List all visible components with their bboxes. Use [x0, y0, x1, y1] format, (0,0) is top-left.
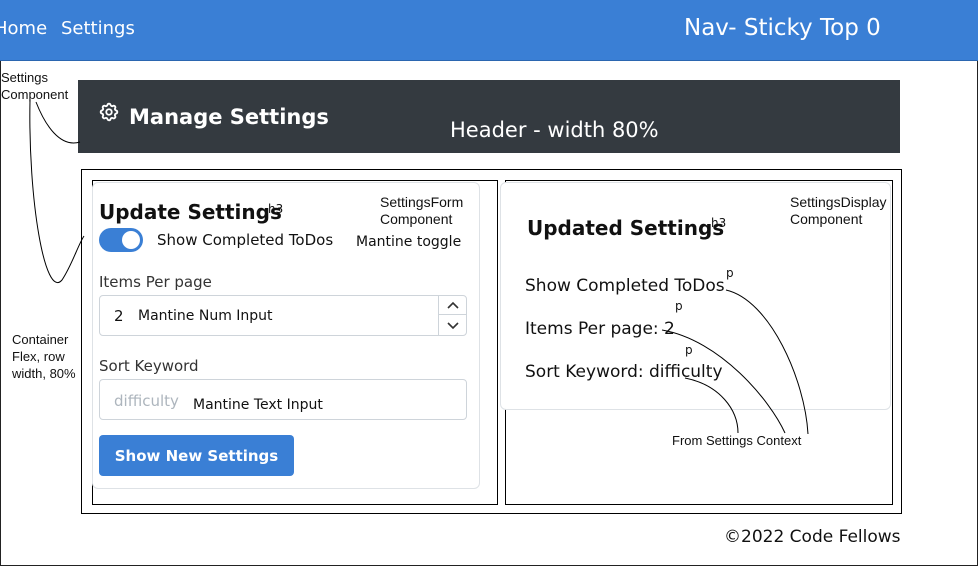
settings-form-annotation: SettingsForm Component	[380, 194, 464, 227]
num-input-annotation: Mantine Num Input	[138, 308, 273, 324]
text-input-annotation: Mantine Text Input	[193, 397, 323, 413]
toggle-label: Show Completed ToDos	[157, 231, 334, 249]
items-per-page-label: Items Per page	[99, 273, 212, 291]
display-items-per-page: Items Per page: 2	[525, 319, 675, 339]
display-show-completed: Show Completed ToDos	[525, 276, 725, 296]
navbar: Home Settings Nav- Sticky Top 0	[0, 0, 978, 61]
display-title-tag: h3	[711, 216, 727, 230]
settings-display-annotation: SettingsDisplay Component	[790, 194, 887, 227]
nav-annotation: Nav- Sticky Top 0	[684, 15, 881, 41]
toggle-annotation: Mantine toggle	[356, 234, 462, 250]
container-annotation: Container Flex, row width, 80%	[12, 332, 76, 381]
chevron-up-icon	[446, 301, 459, 309]
p-tag-2: p	[675, 299, 683, 313]
display-title: Updated Settings	[527, 216, 725, 240]
gear-icon	[99, 102, 119, 122]
show-new-settings-button[interactable]: Show New Settings	[99, 435, 294, 476]
toggle-knob	[122, 231, 140, 249]
sort-keyword-placeholder: difficulty	[114, 392, 179, 410]
form-title: Update Settings	[99, 200, 282, 224]
form-title-tag: h3	[268, 202, 284, 216]
settings-component-annotation: Settings Component	[1, 70, 69, 102]
chevron-down-icon	[446, 321, 459, 329]
p-tag-1: p	[726, 266, 734, 280]
decrement-button[interactable]	[439, 316, 466, 335]
from-context-annotation: From Settings Context	[672, 433, 802, 448]
header-title: Manage Settings	[129, 105, 329, 129]
sort-keyword-label: Sort Keyword	[99, 357, 199, 375]
nav-link-settings[interactable]: Settings	[61, 18, 135, 39]
page-header: Manage Settings Header - width 80%	[78, 80, 900, 153]
number-stepper	[438, 296, 466, 335]
sort-keyword-input[interactable]: difficulty Mantine Text Input	[99, 379, 467, 420]
header-annotation: Header - width 80%	[450, 118, 659, 142]
show-completed-toggle[interactable]	[99, 228, 143, 252]
items-per-page-value: 2	[114, 307, 124, 325]
p-tag-3: p	[685, 343, 693, 357]
items-per-page-input[interactable]: 2 Mantine Num Input	[99, 295, 467, 336]
nav-link-home[interactable]: Home	[0, 18, 47, 39]
display-sort-keyword: Sort Keyword: difficulty	[525, 362, 723, 382]
footer-copyright: ©2022 Code Fellows	[724, 527, 901, 547]
increment-button[interactable]	[439, 296, 466, 315]
